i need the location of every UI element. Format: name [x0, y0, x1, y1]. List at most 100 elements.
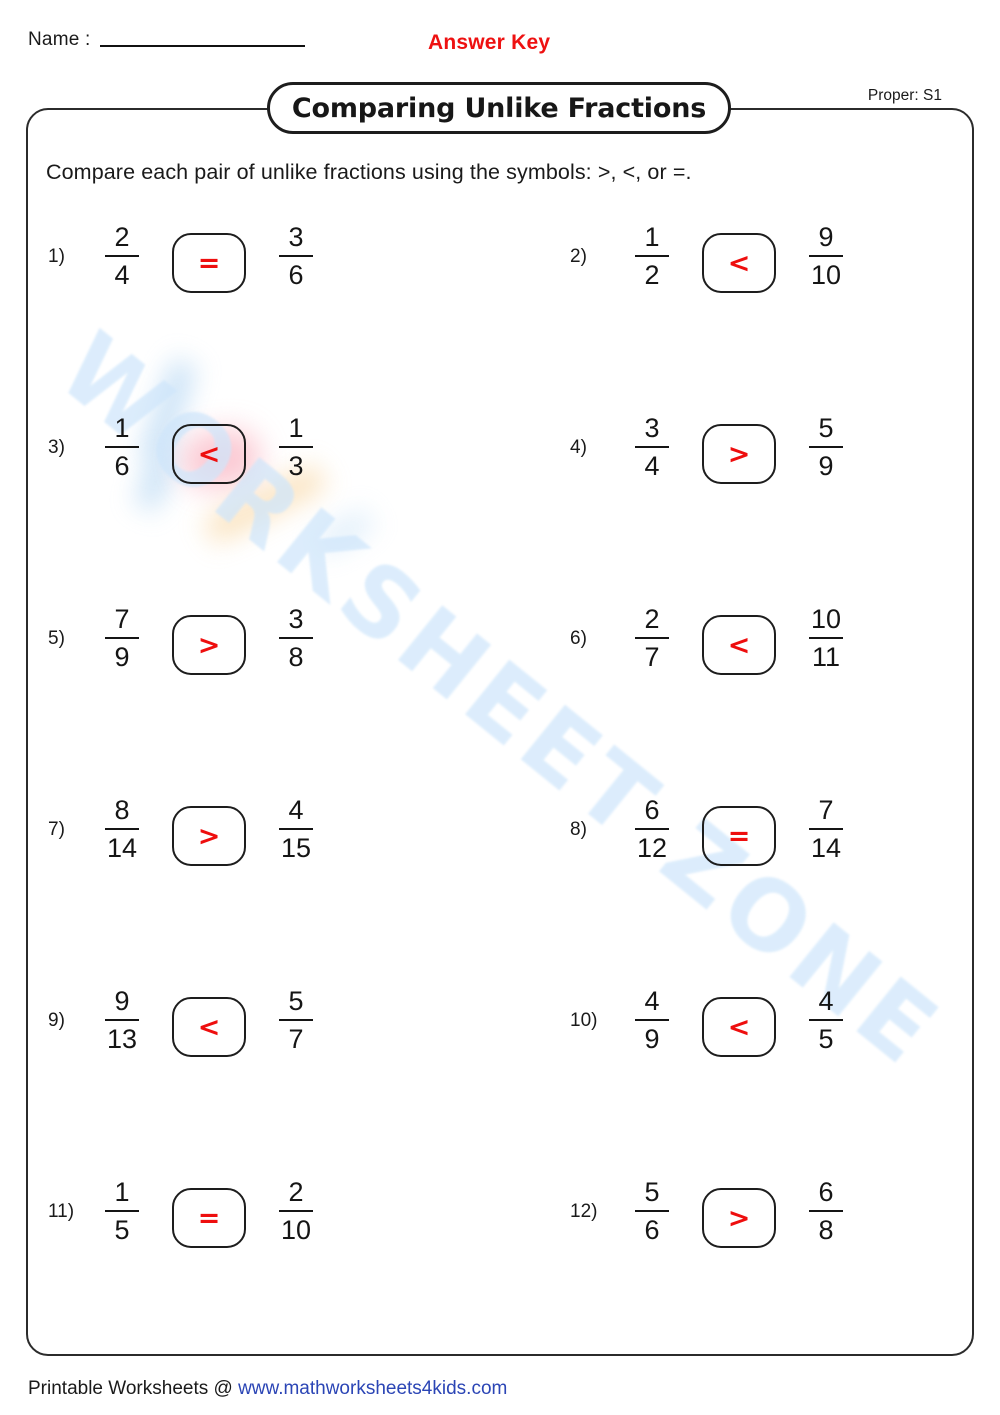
fraction-bar: [809, 446, 843, 449]
comparison-symbol: =: [197, 247, 221, 279]
answer-box[interactable]: =: [172, 233, 246, 293]
left-denominator: 12: [636, 833, 668, 864]
problem-item: 5) 7 9 >3 8: [0, 592, 530, 783]
fraction-bar: [635, 828, 669, 831]
problem-number: 11): [48, 1201, 75, 1222]
problem-item: 9) 9 13 <5 7: [0, 974, 530, 1165]
problem-item: 12) 5 6 >6 8: [530, 1165, 1000, 1356]
right-fraction: 68: [796, 1165, 856, 1245]
problem-grid: 1) 2 4 = 3 6 2) 1 2 <9 10 3) 1 6 <1 3 4) 3 4 >5 9 5) 7 9 >3 8 6) 2 7…: [0, 210, 1000, 1356]
right-denominator: 10: [280, 1215, 312, 1246]
answer-box[interactable]: >: [702, 424, 776, 484]
fraction-bar: [635, 255, 669, 258]
left-fraction: 24: [92, 210, 152, 290]
left-denominator: 5: [114, 1215, 130, 1246]
answer-box[interactable]: >: [172, 615, 246, 675]
left-numerator: 2: [644, 604, 660, 634]
fraction-bar: [279, 1019, 313, 1022]
right-numerator: 5: [288, 986, 304, 1016]
problem-number: 12): [570, 1201, 598, 1222]
problem-row: 9) 9 13 <5 7 10) 4 9 <4 5: [0, 974, 1000, 1165]
right-numerator: 2: [288, 1177, 304, 1207]
right-numerator: 6: [818, 1177, 834, 1207]
fraction-bar: [635, 1019, 669, 1022]
right-fraction: 57: [266, 974, 326, 1054]
problem-number: 5): [48, 628, 65, 649]
right-numerator: 9: [818, 222, 834, 252]
left-fraction: 16: [92, 401, 152, 481]
left-denominator: 9: [644, 1024, 660, 1055]
answer-box[interactable]: <: [172, 997, 246, 1057]
comparison-symbol: <: [727, 1011, 751, 1043]
right-denominator: 3: [288, 451, 304, 482]
fraction-bar: [279, 637, 313, 640]
right-denominator: 9: [818, 451, 834, 482]
right-numerator: 3: [288, 604, 304, 634]
right-fraction: 59: [796, 401, 856, 481]
problem-item: 6) 2 7 <10 11: [530, 592, 1000, 783]
right-numerator: 3: [288, 222, 304, 252]
right-fraction: 9 10: [796, 210, 856, 290]
right-denominator: 14: [810, 833, 842, 864]
right-denominator: 8: [818, 1215, 834, 1246]
answer-box[interactable]: >: [702, 1188, 776, 1248]
problem-item: 1) 2 4 = 3 6: [0, 210, 530, 401]
answer-box[interactable]: =: [702, 806, 776, 866]
left-numerator: 1: [644, 222, 660, 252]
name-input-line[interactable]: [100, 45, 306, 47]
comparison-symbol: <: [727, 247, 751, 279]
left-denominator: 4: [114, 260, 130, 291]
worksheet-page: WORKSHEET ZONE Name : Answer Key Proper:…: [0, 0, 1000, 1415]
problem-item: 4) 3 4 >5 9: [530, 401, 1000, 592]
left-fraction: 15: [92, 1165, 152, 1245]
right-fraction: 36: [266, 210, 326, 290]
comparison-symbol: <: [197, 438, 221, 470]
left-denominator: 9: [114, 642, 130, 673]
fraction-bar: [105, 1019, 139, 1022]
answer-box[interactable]: <: [702, 233, 776, 293]
fraction-bar: [279, 255, 313, 258]
page-title: Comparing Unlike Fractions: [291, 92, 707, 124]
answer-box[interactable]: <: [702, 615, 776, 675]
problem-number: 4): [570, 437, 587, 458]
fraction-bar: [635, 446, 669, 449]
left-fraction: 6 12: [622, 783, 682, 863]
left-numerator: 5: [644, 1177, 660, 1207]
right-numerator: 4: [288, 795, 304, 825]
right-fraction: 10 11: [796, 592, 856, 672]
fraction-bar: [809, 828, 843, 831]
answer-box[interactable]: <: [172, 424, 246, 484]
comparison-symbol: <: [197, 1011, 221, 1043]
left-numerator: 3: [644, 413, 660, 443]
right-numerator: 1: [288, 413, 304, 443]
problem-item: 2) 1 2 <9 10: [530, 210, 1000, 401]
right-fraction: 45: [796, 974, 856, 1054]
right-fraction: 7 14: [796, 783, 856, 863]
problem-number: 2): [570, 246, 587, 267]
name-row: Name :: [28, 30, 306, 49]
left-denominator: 2: [644, 260, 660, 291]
comparison-symbol: =: [197, 1202, 221, 1234]
left-denominator: 6: [114, 451, 130, 482]
left-fraction: 56: [622, 1165, 682, 1245]
right-numerator: 5: [818, 413, 834, 443]
problem-number: 8): [570, 819, 587, 840]
footer-url-link[interactable]: www.mathworksheets4kids.com: [238, 1378, 507, 1399]
comparison-symbol: >: [727, 1202, 751, 1234]
problem-number: 1): [48, 246, 65, 267]
answer-box[interactable]: <: [702, 997, 776, 1057]
fraction-bar: [809, 1019, 843, 1022]
answer-box[interactable]: =: [172, 1188, 246, 1248]
right-fraction: 2 10: [266, 1165, 326, 1245]
left-numerator: 6: [644, 795, 660, 825]
left-denominator: 14: [106, 833, 138, 864]
comparison-symbol: <: [727, 629, 751, 661]
problem-row: 1) 2 4 = 3 6 2) 1 2 <9 10: [0, 210, 1000, 401]
answer-box[interactable]: >: [172, 806, 246, 866]
left-numerator: 1: [114, 1177, 130, 1207]
left-numerator: 1: [114, 413, 130, 443]
instruction-text: Compare each pair of unlike fractions us…: [46, 160, 692, 184]
right-denominator: 10: [810, 260, 842, 291]
fraction-bar: [105, 446, 139, 449]
right-denominator: 11: [811, 642, 841, 673]
